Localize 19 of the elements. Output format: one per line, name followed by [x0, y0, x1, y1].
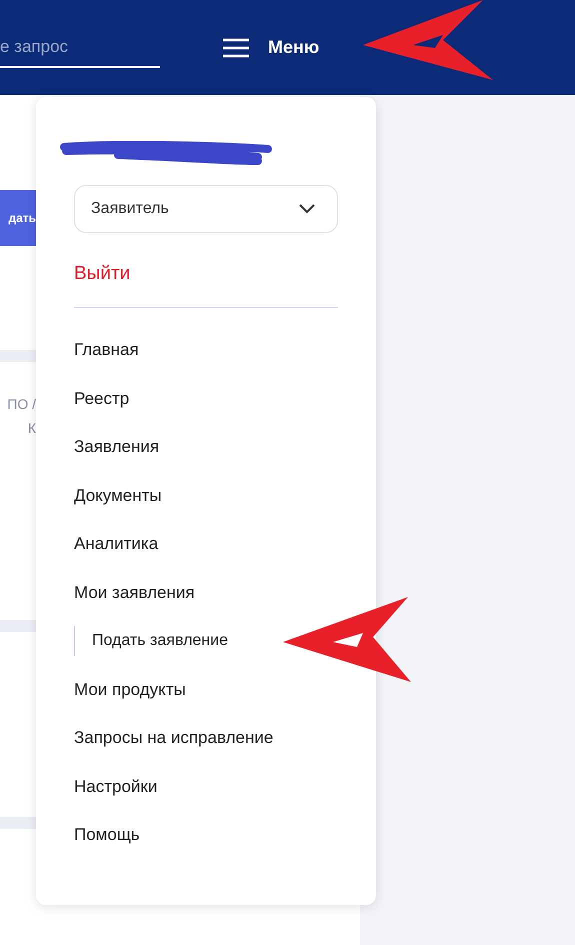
- menu-item[interactable]: Главная: [74, 326, 139, 374]
- submit-button[interactable]: дать: [0, 190, 36, 246]
- menu-item[interactable]: Помощь: [74, 811, 140, 860]
- menu-icon: [222, 38, 250, 58]
- menu-item[interactable]: Настройки: [74, 762, 158, 811]
- logout-link[interactable]: Выйти: [74, 263, 338, 285]
- column-header: ПО / К: [6, 395, 36, 438]
- menu-item[interactable]: Аналитика: [74, 520, 158, 568]
- menu-item[interactable]: Запросы на исправление: [74, 714, 274, 762]
- menu-item[interactable]: Заявления: [74, 423, 160, 472]
- menu-item[interactable]: Мои заявления: [74, 568, 195, 617]
- search-field[interactable]: е запрос: [0, 33, 160, 68]
- menu-item[interactable]: Мои продукты: [74, 666, 186, 714]
- menu-item[interactable]: Документы: [74, 472, 162, 520]
- menu-button[interactable]: Меню: [222, 37, 320, 58]
- role-select[interactable]: Заявитель: [74, 185, 338, 233]
- menu-item[interactable]: Реестр: [74, 374, 130, 423]
- submenu-item[interactable]: Подать заявление: [74, 626, 228, 656]
- chevron-down-icon: [299, 204, 315, 214]
